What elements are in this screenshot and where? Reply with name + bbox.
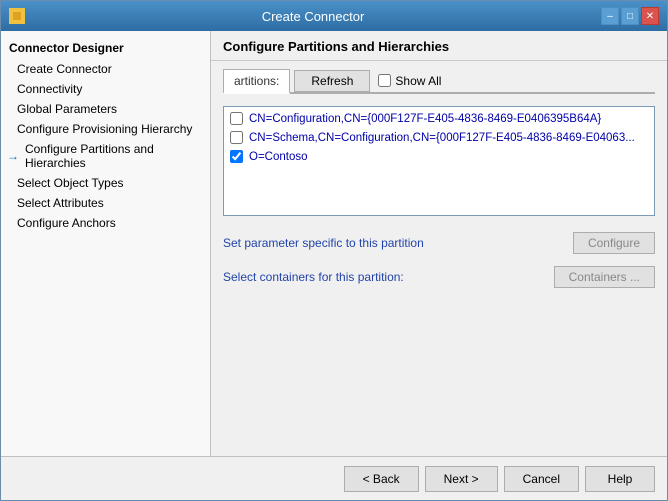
window-title: Create Connector <box>25 9 601 24</box>
set-parameter-label: Set parameter specific to this partition <box>223 236 424 250</box>
maximize-button[interactable]: □ <box>621 7 639 25</box>
sidebar-item-select-object-types[interactable]: Select Object Types <box>1 173 210 193</box>
show-all-label: Show All <box>395 74 441 88</box>
tab-partitions[interactable]: artitions: <box>223 69 290 94</box>
tab-area: artitions: Refresh Show All <box>223 69 655 94</box>
sidebar-item-connectivity[interactable]: Connectivity <box>1 79 210 99</box>
app-icon <box>9 8 25 24</box>
show-all-area: Show All <box>378 74 441 88</box>
sidebar-item-configure-provisioning-hierarchy[interactable]: Configure Provisioning Hierarchy <box>1 119 210 139</box>
partition-label-1: CN=Configuration,CN={000F127F-E405-4836-… <box>249 113 601 125</box>
sidebar-item-label: Configure Anchors <box>17 216 116 230</box>
containers-row: Select containers for this partition: Co… <box>223 266 655 288</box>
sidebar-header: Connector Designer <box>1 35 210 59</box>
partition-label-3: O=Contoso <box>249 151 308 163</box>
refresh-button[interactable]: Refresh <box>294 70 370 92</box>
content-area: Connector Designer Create Connector Conn… <box>1 31 667 456</box>
sidebar-item-global-parameters[interactable]: Global Parameters <box>1 99 210 119</box>
sidebar-item-select-attributes[interactable]: Select Attributes <box>1 193 210 213</box>
cancel-button[interactable]: Cancel <box>504 466 579 492</box>
partitions-list: CN=Configuration,CN={000F127F-E405-4836-… <box>223 106 655 216</box>
sidebar-item-label: Connectivity <box>17 82 82 96</box>
close-button[interactable]: ✕ <box>641 7 659 25</box>
main-window: Create Connector – □ ✕ Connector Designe… <box>0 0 668 501</box>
list-item: CN=Configuration,CN={000F127F-E405-4836-… <box>226 109 652 128</box>
sidebar-item-label: Configure Provisioning Hierarchy <box>17 122 192 136</box>
sidebar-item-label: Select Object Types <box>17 176 124 190</box>
help-button[interactable]: Help <box>585 466 655 492</box>
sidebar: Connector Designer Create Connector Conn… <box>1 31 211 456</box>
partition-checkbox-3[interactable] <box>230 150 243 163</box>
back-button[interactable]: < Back <box>344 466 419 492</box>
minimize-button[interactable]: – <box>601 7 619 25</box>
sidebar-item-label: Global Parameters <box>17 102 117 116</box>
containers-button[interactable]: Containers ... <box>554 266 655 288</box>
partition-checkbox-1[interactable] <box>230 112 243 125</box>
window-controls: – □ ✕ <box>601 7 659 25</box>
configure-button[interactable]: Configure <box>573 232 655 254</box>
tab-label-text: artitions: <box>234 74 279 88</box>
partition-checkbox-2[interactable] <box>230 131 243 144</box>
title-bar: Create Connector – □ ✕ <box>1 1 667 31</box>
sidebar-item-create-connector[interactable]: Create Connector <box>1 59 210 79</box>
select-containers-label: Select containers for this partition: <box>223 270 404 284</box>
sidebar-item-configure-anchors[interactable]: Configure Anchors <box>1 213 210 233</box>
configure-row: Set parameter specific to this partition… <box>223 232 655 254</box>
list-item: O=Contoso <box>226 147 652 166</box>
main-content: artitions: Refresh Show All CN=Configura… <box>211 61 667 456</box>
next-button[interactable]: Next > <box>425 466 498 492</box>
main-panel: Configure Partitions and Hierarchies art… <box>211 31 667 456</box>
sidebar-item-configure-partitions[interactable]: → Configure Partitions and Hierarchies <box>1 139 210 173</box>
show-all-checkbox[interactable] <box>378 74 391 87</box>
active-arrow-icon: → <box>7 149 19 163</box>
sidebar-item-label: Select Attributes <box>17 196 104 210</box>
footer-bar: < Back Next > Cancel Help <box>1 456 667 500</box>
partition-actions: Set parameter specific to this partition… <box>223 224 655 296</box>
main-header: Configure Partitions and Hierarchies <box>211 31 667 61</box>
sidebar-item-label: Create Connector <box>17 62 112 76</box>
sidebar-item-label: Configure Partitions and Hierarchies <box>25 142 202 170</box>
partition-label-2: CN=Schema,CN=Configuration,CN={000F127F-… <box>249 132 635 144</box>
list-item: CN=Schema,CN=Configuration,CN={000F127F-… <box>226 128 652 147</box>
